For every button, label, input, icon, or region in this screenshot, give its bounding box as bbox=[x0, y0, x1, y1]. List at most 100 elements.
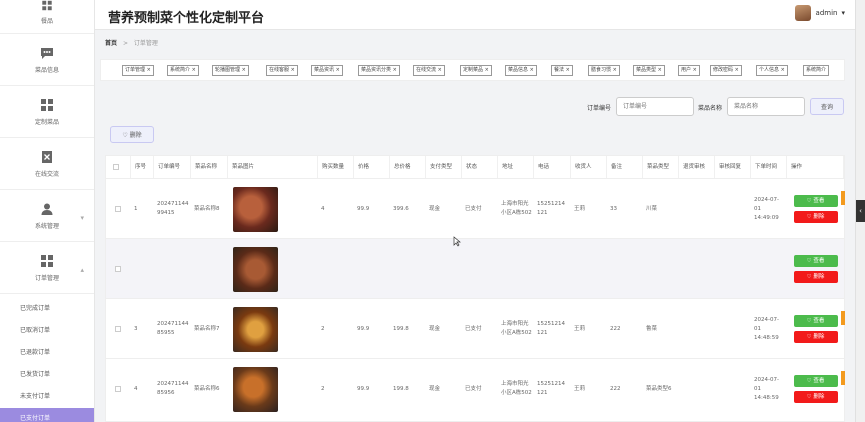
sidebar-item-label: 菜品信息 bbox=[34, 66, 59, 74]
sidebar-subitem-cancelled[interactable]: 已取消订单 bbox=[0, 320, 94, 342]
more-action-button[interactable] bbox=[841, 311, 845, 325]
cell-price: 99.9 bbox=[357, 205, 370, 212]
cell-index: 1 bbox=[134, 205, 138, 212]
more-action-button[interactable] bbox=[841, 191, 845, 205]
sidebar-subitem-unpaid[interactable]: 未支付订单 bbox=[0, 386, 94, 408]
cell-dish-type: 鲁菜 bbox=[646, 325, 658, 332]
sidebar-subitem-completed[interactable]: 已完成订单 bbox=[0, 298, 94, 320]
tag-online-service[interactable]: 在线客服 × bbox=[266, 65, 298, 76]
column-header: 菜品类型 bbox=[643, 156, 679, 178]
tags-bar: 订单管理 × 系统简介 × 轮播图管理 × 在线客服 × 菜品资讯 × 菜品资讯… bbox=[100, 59, 845, 81]
view-button[interactable]: ♡ 查看 bbox=[793, 255, 838, 267]
table-row: 1 20247114499415 菜品名称8 4 99.9 399.6 现金 已… bbox=[106, 178, 845, 239]
mouse-cursor-icon bbox=[453, 236, 461, 247]
tag-system-intro-2[interactable]: 系统简介 bbox=[803, 65, 830, 76]
sidebar-subitem-refunded[interactable]: 已退款订单 bbox=[0, 342, 94, 364]
cell-order-time: 2024-07-01 14:48:59 bbox=[754, 376, 779, 401]
cell-status: 已支付 bbox=[465, 205, 482, 212]
tag-news-category[interactable]: 菜品资讯分类 × bbox=[358, 65, 400, 76]
tag-online-chat[interactable]: 在线交流 × bbox=[413, 65, 445, 76]
user-menu[interactable]: admin ▾ bbox=[794, 5, 845, 21]
collapse-panel-button[interactable]: ‹ bbox=[856, 200, 865, 222]
tag-orders[interactable]: 订单管理 × bbox=[122, 65, 154, 76]
more-action-button[interactable] bbox=[841, 371, 845, 385]
row-checkbox[interactable] bbox=[115, 326, 121, 332]
table-row: 3 20247114485955 菜品名称7 2 99.9 199.8 现金 已… bbox=[106, 298, 845, 358]
cell-total: 199.8 bbox=[393, 385, 409, 392]
tag-system-intro[interactable]: 系统简介 × bbox=[167, 65, 199, 76]
cell-dish-type: 菜品类型6 bbox=[646, 385, 672, 392]
sidebar-subitem-shipped[interactable]: 已发货订单 bbox=[0, 364, 94, 386]
view-button[interactable]: ♡ 查看 bbox=[793, 375, 838, 387]
cell-phone: 15251214121 bbox=[537, 321, 565, 336]
view-button[interactable]: ♡ 查看 bbox=[793, 195, 838, 207]
cell-pay-type: 现金 bbox=[429, 385, 441, 392]
query-button[interactable]: 查询 bbox=[810, 98, 844, 115]
delete-button[interactable]: ♡ 删除 bbox=[793, 211, 838, 223]
dish-image bbox=[233, 186, 278, 232]
sidebar-subitem-paid[interactable]: 已支付订单 bbox=[0, 408, 94, 422]
row-checkbox[interactable] bbox=[115, 266, 121, 272]
grid-icon bbox=[41, 254, 53, 267]
caret-down-icon[interactable]: ▾ bbox=[841, 9, 845, 17]
breadcrumb-home[interactable]: 首页 bbox=[105, 40, 117, 47]
username[interactable]: admin bbox=[816, 9, 838, 17]
sidebar: 餐品 菜品信息 定制菜品 在线交流 系统管理 ▾ 订单管理 ▴ 已完成订单 已取… bbox=[0, 0, 95, 422]
sidebar-item-system[interactable]: 系统管理 ▾ bbox=[0, 190, 94, 242]
top-header: 营养预制菜个性化定制平台 admin ▾ bbox=[95, 0, 855, 30]
dish-image bbox=[233, 366, 278, 412]
chat-icon bbox=[41, 47, 53, 59]
delete-button[interactable]: ♡ 删除 bbox=[793, 271, 838, 283]
tag-profile[interactable]: 个人信息 × bbox=[756, 65, 788, 76]
cell-return-audit bbox=[679, 179, 715, 239]
batch-delete-button[interactable]: ♡ 删除 bbox=[110, 126, 154, 143]
sidebar-item-label: 订单管理 bbox=[34, 274, 59, 282]
cell-quantity: 4 bbox=[321, 205, 325, 212]
table-header: 序号 订单编号 菜品名称 菜品图片 购买数量 价格 总价格 支付类型 状态 地址… bbox=[106, 156, 844, 178]
sidebar-item-label: 定制菜品 bbox=[34, 118, 59, 126]
cell-dish-name: 菜品名称6 bbox=[194, 385, 220, 392]
column-header: 支付类型 bbox=[426, 156, 462, 178]
cell-phone: 15251214121 bbox=[537, 381, 565, 396]
row-checkbox[interactable] bbox=[115, 386, 121, 392]
cell-price: 99.9 bbox=[357, 325, 370, 332]
cell-note: 33 bbox=[610, 205, 617, 212]
tag-diet-habits[interactable]: 膳食习惯 × bbox=[588, 65, 620, 76]
column-header: 操作 bbox=[787, 156, 844, 178]
delete-button[interactable]: ♡ 删除 bbox=[793, 391, 838, 403]
tag-dish-news[interactable]: 菜品资讯 × bbox=[311, 65, 343, 76]
sidebar-item-label: 在线交流 bbox=[34, 170, 59, 178]
avatar[interactable] bbox=[794, 5, 811, 21]
view-button[interactable]: ♡ 查看 bbox=[793, 315, 838, 327]
sidebar-item-orders[interactable]: 订单管理 ▴ bbox=[0, 242, 94, 294]
tag-meal-method[interactable]: 餐法 × bbox=[551, 65, 573, 76]
cell-note: 222 bbox=[610, 325, 621, 332]
tag-user[interactable]: 用户 × bbox=[678, 65, 700, 76]
tag-dish-type[interactable]: 菜品类型 × bbox=[633, 65, 665, 76]
column-header: 地址 bbox=[498, 156, 534, 178]
cell-status: 已支付 bbox=[465, 325, 482, 332]
delete-button[interactable]: ♡ 删除 bbox=[793, 331, 838, 343]
sidebar-item-dish-info[interactable]: 菜品信息 bbox=[0, 34, 94, 86]
cell-address: 上海市阳光小区A栋502 bbox=[501, 381, 532, 396]
cell-address: 上海市阳光小区A栋502 bbox=[501, 201, 532, 216]
cell-receiver: 王莉 bbox=[574, 205, 586, 212]
sidebar-item-custom-dishes[interactable]: 定制菜品 bbox=[0, 86, 94, 138]
column-header: 购买数量 bbox=[318, 156, 354, 178]
tag-custom-dishes[interactable]: 定制菜品 × bbox=[460, 65, 492, 76]
sidebar-item-online-chat[interactable]: 在线交流 bbox=[0, 138, 94, 190]
column-header: 序号 bbox=[131, 156, 154, 178]
tag-dish-info[interactable]: 菜品信息 × bbox=[505, 65, 537, 76]
row-checkbox[interactable] bbox=[115, 206, 121, 212]
tag-change-password[interactable]: 修改密码 × bbox=[710, 65, 742, 76]
chevron-left-icon: ‹ bbox=[859, 207, 862, 215]
order-no-input[interactable] bbox=[616, 97, 694, 116]
user-icon bbox=[41, 203, 53, 215]
sidebar-item-dishes[interactable]: 餐品 bbox=[0, 0, 94, 34]
tag-carousel[interactable]: 轮播图管理 × bbox=[212, 65, 249, 76]
column-header: 下单时间 bbox=[751, 156, 787, 178]
select-all-checkbox[interactable] bbox=[113, 164, 119, 170]
table-row: 4 20247114485956 菜品名称6 2 99.9 199.8 现金 已… bbox=[106, 358, 845, 418]
dish-name-input[interactable] bbox=[727, 97, 805, 116]
cell-index: 4 bbox=[134, 385, 138, 392]
